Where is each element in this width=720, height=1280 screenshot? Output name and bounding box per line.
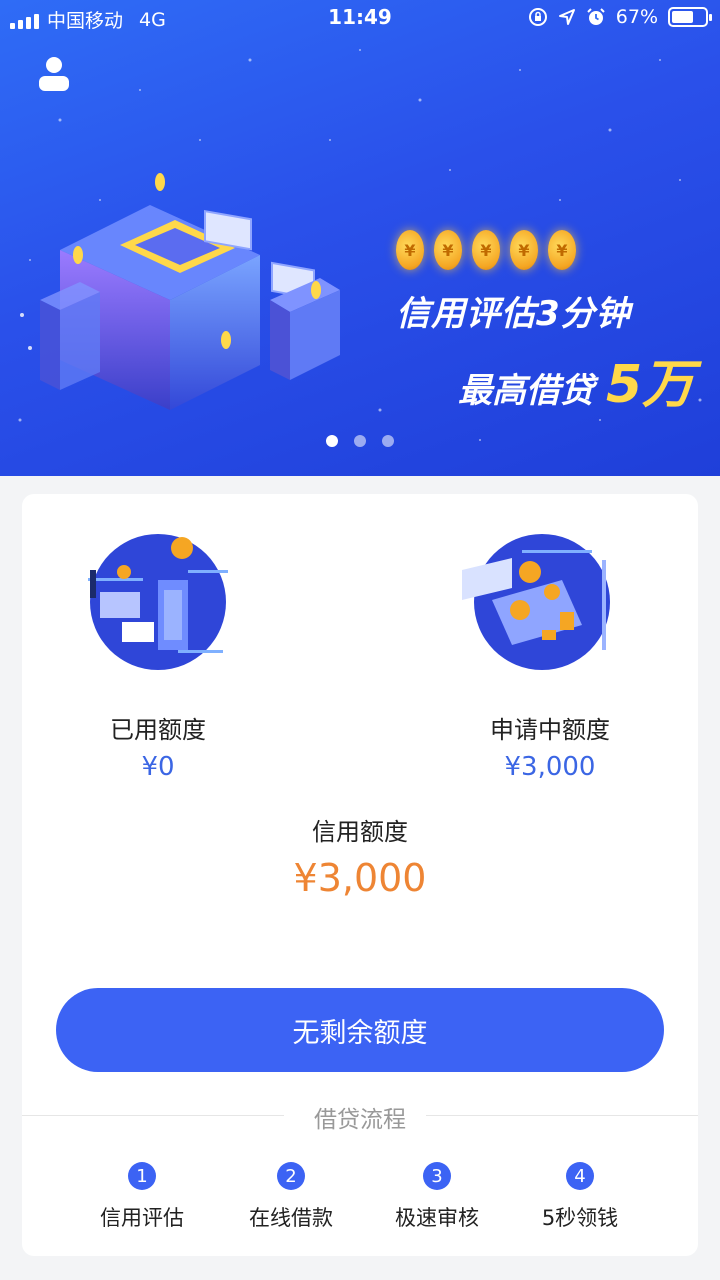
isometric-city-illustration: [20, 173, 340, 410]
promo-banner[interactable]: 中国移动 4G 11:49 67% ¥ ¥ ¥ ¥ ¥ 信用评估3分钟 最高借贷…: [0, 0, 720, 476]
step-number: 4: [566, 1162, 594, 1190]
coin-icon: ¥: [510, 230, 538, 270]
banner-slogan-text: 最高借贷: [458, 371, 594, 411]
process-title: 借贷流程: [314, 1107, 406, 1133]
process-step-4: 4 5秒领钱: [505, 1162, 655, 1232]
no-remaining-quota-button[interactable]: 无剩余额度: [56, 988, 664, 1072]
quota-card: 已用额度 ¥0 申请中额度 ¥3,000 信用额度 ¥3,000 无剩余额度 借…: [22, 494, 698, 1256]
applying-quota-label: 申请中额度: [490, 716, 610, 744]
used-quota-label: 已用额度: [110, 716, 206, 744]
credit-quota-label: 信用额度: [312, 818, 408, 846]
banner-slogan-line1: 信用评估3分钟: [396, 294, 631, 334]
coin-icon: ¥: [472, 230, 500, 270]
step-label: 在线借款: [249, 1206, 333, 1230]
applying-quota-value: ¥3,000: [504, 752, 596, 782]
carousel-indicator: [0, 435, 720, 447]
step-number: 2: [277, 1162, 305, 1190]
battery-percent: 67%: [615, 6, 658, 28]
carousel-dot[interactable]: [354, 435, 366, 447]
coin-icon: ¥: [396, 230, 424, 270]
carousel-dot[interactable]: [326, 435, 338, 447]
lock-rotation-icon: [528, 8, 547, 26]
used-quota-value: ¥0: [141, 752, 175, 782]
banner-slogan-line2: 最高借贷 5万: [458, 342, 694, 417]
step-label: 极速审核: [395, 1206, 479, 1230]
carousel-dot[interactable]: [382, 435, 394, 447]
step-number: 1: [128, 1162, 156, 1190]
alarm-icon: [587, 8, 605, 25]
process-step-2: 2 在线借款: [216, 1162, 366, 1232]
coin-icon: ¥: [434, 230, 462, 270]
process-step-3: 3 极速审核: [362, 1162, 512, 1232]
coin-icon: ¥: [548, 230, 576, 270]
status-bar: 中国移动 4G 11:49 67%: [0, 0, 720, 38]
step-number: 3: [423, 1162, 451, 1190]
process-divider: 借贷流程: [22, 1100, 698, 1133]
applying-quota-illustration: [462, 534, 610, 670]
location-arrow-icon: [558, 9, 575, 25]
step-label: 5秒领钱: [541, 1206, 619, 1230]
process-step-1: 1 信用评估: [67, 1162, 217, 1232]
step-label: 信用评估: [100, 1206, 184, 1230]
coin-row: ¥ ¥ ¥ ¥ ¥: [396, 230, 576, 270]
banner-slogan-highlight: 5万: [606, 355, 695, 415]
user-icon[interactable]: [38, 55, 70, 91]
battery-icon: [668, 7, 712, 27]
used-quota-illustration: [88, 534, 228, 670]
credit-quota-value: ¥3,000: [293, 856, 427, 900]
